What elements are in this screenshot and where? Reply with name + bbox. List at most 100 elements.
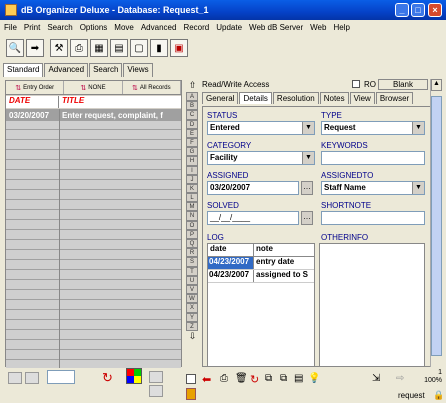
last-record-button[interactable]	[149, 385, 163, 397]
date-picker-button[interactable]: …	[301, 181, 313, 195]
menu-web[interactable]: Web	[310, 23, 326, 32]
status-select[interactable]: Entered ▼	[207, 121, 315, 135]
tab-standard[interactable]: Standard	[3, 63, 44, 77]
table-icon[interactable]: ▦	[90, 39, 108, 57]
menu-options[interactable]: Options	[80, 23, 108, 32]
date-picker-button[interactable]: …	[301, 211, 313, 225]
chart-icon[interactable]: ▮	[150, 39, 168, 57]
letter-c[interactable]: C	[186, 110, 198, 120]
menu-move[interactable]: Move	[114, 23, 134, 32]
column-header-title[interactable]: TITLE	[59, 96, 181, 108]
vertical-scrollbar[interactable]: ▲	[430, 79, 442, 367]
none-button[interactable]: ⇅ NONE	[64, 81, 123, 94]
chevron-down-icon[interactable]: ▼	[412, 122, 424, 134]
tab-details[interactable]: Details	[239, 92, 272, 104]
letter-v[interactable]: V	[186, 284, 198, 295]
color-palette-icon[interactable]	[126, 368, 142, 384]
solved-input[interactable]: __/__/____	[207, 211, 299, 225]
letter-e[interactable]: E	[186, 128, 198, 138]
table-row[interactable]: 03/20/2007 Enter request, complaint, f	[6, 109, 181, 121]
log-row[interactable]: 04/23/2007 assigned to S	[208, 270, 314, 283]
letter-r[interactable]: R	[186, 248, 198, 258]
letter-a[interactable]: A	[186, 92, 198, 102]
tab-search[interactable]: Search	[89, 63, 123, 77]
letter-y[interactable]: Y	[186, 312, 198, 322]
form-icon[interactable]: ▤	[110, 39, 128, 57]
letter-k[interactable]: K	[186, 183, 198, 194]
menu-file[interactable]: File	[4, 23, 17, 32]
lightbulb-icon[interactable]: 💡	[308, 373, 320, 384]
menu-help[interactable]: Help	[333, 23, 349, 32]
chevron-down-icon[interactable]: ▼	[302, 122, 314, 134]
letter-g[interactable]: G	[186, 147, 198, 157]
ro-checkbox[interactable]	[352, 80, 360, 88]
arrow-icon[interactable]	[186, 388, 196, 400]
tools-icon[interactable]: ⚒	[50, 39, 68, 57]
tab-browser[interactable]: Browser	[375, 92, 414, 104]
tab-notes[interactable]: Notes	[319, 92, 349, 104]
scroll-up-icon[interactable]: ⇧	[186, 80, 199, 92]
letter-x[interactable]: X	[186, 303, 198, 313]
menu-advanced[interactable]: Advanced	[141, 23, 177, 32]
letter-f[interactable]: F	[186, 137, 198, 148]
column-header-date[interactable]: DATE	[6, 96, 59, 108]
letter-h[interactable]: H	[186, 156, 198, 166]
form-icon[interactable]: ▤	[294, 373, 303, 384]
menu-search[interactable]: Search	[47, 23, 72, 32]
search-icon[interactable]: 🔍	[6, 39, 24, 57]
otherinfo-textarea[interactable]	[319, 243, 425, 367]
copy-record-icon[interactable]: ⧉	[265, 373, 272, 384]
menu-web-db-server[interactable]: Web dB Server	[249, 23, 303, 32]
keywords-input[interactable]	[321, 151, 425, 165]
letter-j[interactable]: J	[186, 174, 198, 184]
menu-record[interactable]: Record	[183, 23, 209, 32]
log-row[interactable]: 04/23/2007 entry date	[208, 257, 314, 270]
letter-w[interactable]: W	[186, 294, 198, 304]
back-arrow-icon[interactable]: ⬅	[202, 373, 211, 386]
assignedto-select[interactable]: Staff Name ▼	[321, 181, 425, 195]
export-icon[interactable]: ➡	[26, 39, 44, 57]
letter-d[interactable]: D	[186, 119, 198, 129]
letter-o[interactable]: O	[186, 220, 198, 230]
first-record-button[interactable]	[8, 372, 22, 384]
scroll-up-arrow[interactable]: ▲	[431, 79, 442, 91]
letter-l[interactable]: L	[186, 193, 198, 203]
tab-views[interactable]: Views	[123, 63, 153, 77]
tab-resolution[interactable]: Resolution	[272, 92, 319, 104]
print-icon[interactable]: ⎙	[220, 373, 228, 384]
letter-b[interactable]: B	[186, 101, 198, 111]
paste-record-icon[interactable]: ⧉	[280, 373, 287, 384]
menu-print[interactable]: Print	[24, 23, 40, 32]
letter-i[interactable]: I	[186, 165, 198, 175]
minimize-button[interactable]: _	[395, 3, 409, 17]
shortnote-input[interactable]	[321, 211, 425, 225]
letter-u[interactable]: U	[186, 275, 198, 285]
tab-view[interactable]: View	[349, 92, 375, 104]
prev-record-button[interactable]	[25, 372, 39, 384]
letter-p[interactable]: P	[186, 229, 198, 239]
mark-checkbox[interactable]	[186, 374, 196, 384]
entry-order-button[interactable]: ⇅ Entry Order	[6, 81, 65, 94]
chevron-down-icon[interactable]: ▼	[302, 152, 314, 164]
log-table[interactable]: date note 04/23/2007 entry date 04/23/20…	[207, 243, 315, 367]
blank-button[interactable]: Blank	[378, 79, 428, 90]
type-select[interactable]: Request ▼	[321, 121, 425, 135]
all-records-button[interactable]: ⇅ All Records	[123, 81, 181, 94]
letter-m[interactable]: M	[186, 202, 198, 212]
scroll-down-icon[interactable]: ⇩	[186, 331, 199, 343]
letter-z[interactable]: Z	[186, 321, 198, 331]
refresh-icon[interactable]: ↻	[250, 373, 259, 386]
export-icon[interactable]: ⇲	[372, 373, 380, 384]
menu-update[interactable]: Update	[216, 23, 242, 32]
category-select[interactable]: Facility ▼	[207, 151, 315, 165]
chevron-down-icon[interactable]: ▼	[412, 182, 424, 194]
maximize-button[interactable]: □	[411, 3, 425, 17]
assigned-input[interactable]: 03/20/2007	[207, 181, 299, 195]
print-icon[interactable]: ⎙	[70, 39, 88, 57]
letter-s[interactable]: S	[186, 257, 198, 267]
calculator-icon[interactable]: ▣	[170, 39, 188, 57]
trash-icon[interactable]: 🗑	[235, 373, 248, 384]
close-button[interactable]: ×	[428, 3, 442, 17]
letter-t[interactable]: T	[186, 266, 198, 276]
tab-general[interactable]: General	[202, 92, 239, 104]
